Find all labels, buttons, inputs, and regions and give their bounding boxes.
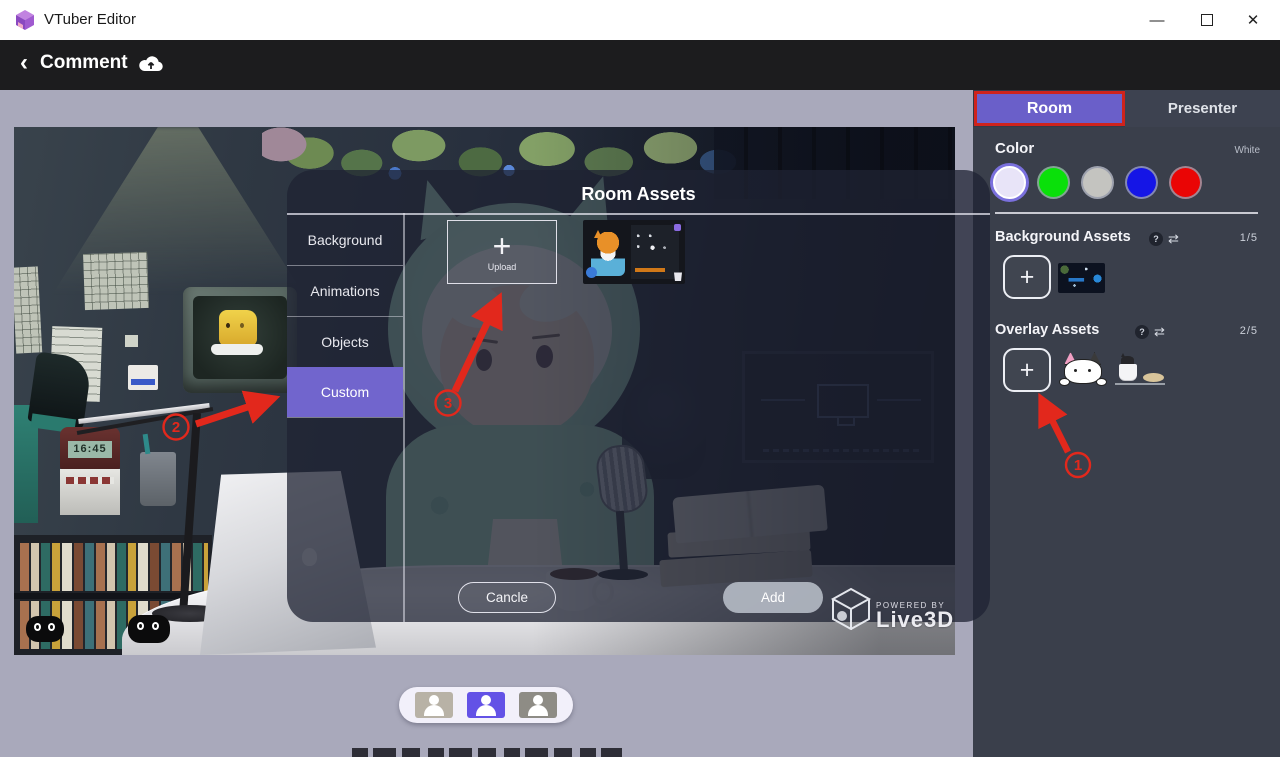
sidebar-tab-row: Room Presenter: [973, 90, 1280, 127]
dialog-tab-custom[interactable]: Custom: [287, 367, 403, 417]
watermark-live3d: Live3D: [876, 607, 955, 632]
add-background-asset-button[interactable]: +: [1003, 255, 1051, 299]
add-overlay-asset-button[interactable]: +: [1003, 348, 1051, 392]
custom-asset-thumbnail[interactable]: [583, 220, 685, 284]
app-window: VTuber Editor — ✕ ‹ Comment Room Present…: [0, 0, 1280, 757]
thumbnail-orange-bar: [635, 268, 665, 272]
tab-label: Custom: [320, 384, 370, 400]
tab-label: Background: [307, 232, 383, 248]
thumbnail-play-icon: [586, 267, 597, 278]
color-section-label: Color: [995, 140, 1035, 157]
swap-icon[interactable]: ⇄: [1154, 324, 1165, 340]
window-title: VTuber Editor: [44, 11, 136, 28]
tab-room[interactable]: Room: [974, 91, 1125, 126]
camera-view-3[interactable]: [519, 692, 557, 718]
comment-button[interactable]: Comment: [40, 52, 128, 74]
cancel-label: Cancle: [485, 590, 529, 605]
add-button[interactable]: Add: [723, 582, 823, 613]
tab-presenter[interactable]: Presenter: [1125, 90, 1280, 127]
color-swatches: [993, 166, 1202, 199]
minimize-icon: —: [1149, 11, 1165, 29]
add-label: Add: [760, 590, 786, 605]
thumbnail-purple-icon: [674, 224, 681, 231]
overlay-asset-white-cat-thumbnail[interactable]: [1057, 352, 1109, 388]
overlay-assets-title: Overlay Assets: [995, 322, 1100, 338]
app-logo-cube-icon: [16, 10, 34, 30]
swap-icon[interactable]: ⇄: [1168, 231, 1179, 247]
swatch-red[interactable]: [1169, 166, 1202, 199]
camera-view-1[interactable]: [415, 692, 453, 718]
selected-color-name: White: [1234, 145, 1260, 156]
live3d-watermark: POWERED BY Live3D: [830, 586, 955, 632]
camera-view-2-selected[interactable]: [467, 692, 505, 718]
swatch-gray[interactable]: [1081, 166, 1114, 199]
plus-icon: +: [492, 228, 512, 264]
overlay-assets-count: 2/5: [1239, 325, 1258, 337]
dialog-tab-objects[interactable]: Objects: [287, 317, 403, 367]
cloud-upload-icon[interactable]: [138, 53, 164, 75]
background-assets-title: Background Assets: [995, 229, 1131, 245]
tab-label: Objects: [321, 334, 369, 350]
swatch-green[interactable]: [1037, 166, 1070, 199]
camera-view-switcher: [399, 687, 573, 723]
right-sidebar: Room Presenter Color White Background As…: [973, 90, 1280, 757]
title-bar: VTuber Editor — ✕: [0, 0, 1280, 40]
maximize-button[interactable]: [1184, 0, 1230, 40]
top-toolbar: ‹ Comment: [0, 40, 1280, 90]
swatch-blue[interactable]: [1125, 166, 1158, 199]
close-button[interactable]: ✕: [1230, 0, 1276, 40]
overlay-asset-cat-cup-thumbnail[interactable]: [1113, 356, 1167, 388]
tab-separator: [287, 417, 403, 418]
tab-presenter-label: Presenter: [1167, 100, 1238, 117]
background-assets-count: 1/5: [1239, 232, 1258, 244]
sidebar-divider: [995, 212, 1258, 214]
tab-room-label: Room: [1026, 99, 1073, 117]
minimize-button[interactable]: —: [1134, 0, 1180, 40]
maximize-icon: [1201, 14, 1213, 26]
thumbnail-trash-icon: [674, 272, 682, 281]
tab-label: Animations: [310, 283, 380, 299]
room-assets-dialog: Room Assets Background Animations Object…: [287, 170, 990, 622]
cutoff-text-remnant: [352, 748, 622, 757]
background-asset-thumbnail[interactable]: [1058, 263, 1105, 293]
live3d-cube-icon: [830, 587, 872, 630]
dialog-tab-background[interactable]: Background: [287, 215, 403, 265]
swatch-white[interactable]: [993, 166, 1026, 199]
upload-label: Upload: [487, 262, 517, 272]
help-icon[interactable]: ?: [1135, 325, 1149, 339]
cancel-button[interactable]: Cancle: [458, 582, 556, 613]
back-chevron-icon[interactable]: ‹: [20, 50, 28, 76]
dialog-column-divider: [403, 213, 405, 622]
help-icon[interactable]: ?: [1149, 232, 1163, 246]
upload-dropzone[interactable]: + Upload: [447, 220, 557, 284]
dialog-title: Room Assets: [581, 184, 696, 204]
close-icon: ✕: [1246, 12, 1260, 29]
dialog-tab-animations[interactable]: Animations: [287, 266, 403, 316]
